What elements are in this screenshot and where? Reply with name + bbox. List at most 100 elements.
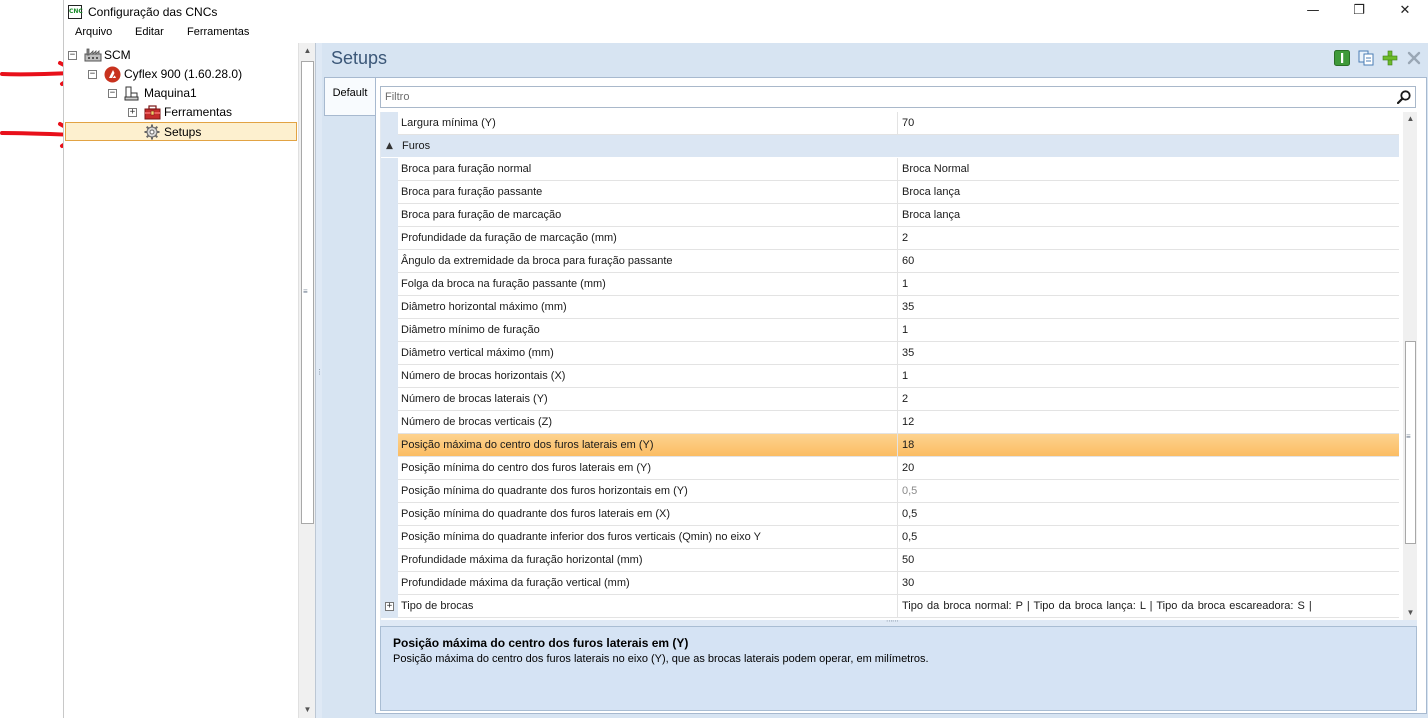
machine-brand-icon [104,66,121,83]
grip-icon: ≡ [1406,432,1411,441]
property-value[interactable]: 0,5 [899,526,1399,549]
property-name: Profundidade máxima da furação horizonta… [399,549,898,572]
row-gutter [381,503,398,526]
grid-row[interactable]: Broca para furação passante Broca lança [381,181,1399,204]
description-text: Posição máxima do centro dos furos later… [393,653,929,665]
filter-box [380,86,1416,108]
menu-ferramentas[interactable]: Ferramentas [187,26,249,38]
grid-row[interactable]: Largura mínima (Y) 70 [381,112,1399,135]
expand-icon[interactable]: + [385,602,394,611]
grid-row[interactable]: Posição mínima do quadrante dos furos la… [381,503,1399,526]
grid-row[interactable]: Número de brocas horizontais (X) 1 [381,365,1399,388]
collapse-category-icon[interactable]: ▲ [386,135,393,157]
grid-row[interactable]: Broca para furação normal Broca Normal [381,158,1399,181]
setup-content: Largura mínima (Y) 70 ▲ Furos Broca para… [375,77,1427,714]
menu-bar: Arquivo Editar Ferramentas [64,24,1428,43]
collapse-icon[interactable]: − [68,51,77,60]
menu-editar[interactable]: Editar [135,26,164,38]
property-name: Posição mínima do quadrante inferior dos… [399,526,898,549]
close-button[interactable]: ✕ [1382,0,1428,22]
property-value[interactable]: Broca lança [899,204,1399,227]
copy-icon[interactable] [1358,50,1374,66]
row-gutter [381,434,398,457]
menu-arquivo[interactable]: Arquivo [75,26,112,38]
property-value[interactable]: 2 [899,388,1399,411]
property-value[interactable]: 0,5 [899,503,1399,526]
property-name: Largura mínima (Y) [399,112,898,135]
grid-row[interactable]: Posição mínima do quadrante dos furos ho… [381,480,1399,503]
property-value[interactable]: 50 [899,549,1399,572]
grid-row[interactable]: Posição mínima do quadrante inferior dos… [381,526,1399,549]
grid-scrollbar[interactable]: ▲ ≡ ▼ [1403,112,1417,620]
minimize-button[interactable]: — [1290,0,1336,22]
grid-row[interactable]: Profundidade máxima da furação vertical … [381,572,1399,595]
scroll-down-arrow-icon[interactable]: ▼ [1403,606,1417,620]
row-gutter [381,158,398,181]
tree-scrollbar[interactable]: ▲ ≡ ▼ [298,43,315,718]
search-icon[interactable] [1397,90,1411,104]
tree-item-setups[interactable]: Setups [65,122,297,141]
property-name: Número de brocas verticais (Z) [399,411,898,434]
property-value[interactable]: Broca Normal [899,158,1399,181]
property-name: Folga da broca na furação passante (mm) [399,273,898,296]
grid-row-tipo-de-brocas[interactable]: + Tipo de brocas Tipo da broca normal: P… [381,595,1399,618]
property-value[interactable]: Broca lança [899,181,1399,204]
row-gutter [381,388,398,411]
tree-item-maquina1[interactable]: − Maquina1 [108,84,288,103]
expand-icon[interactable]: + [128,108,137,117]
grid-row[interactable]: Diâmetro vertical máximo (mm) 35 [381,342,1399,365]
property-value[interactable]: 30 [899,572,1399,595]
property-name: Broca para furação normal [399,158,898,181]
scroll-up-arrow-icon[interactable]: ▲ [299,43,316,59]
description-panel: Posição máxima do centro dos furos later… [380,626,1417,711]
tree-item-ferramentas[interactable]: + Ferramentas [128,103,288,122]
maximize-button[interactable]: ❐ [1336,0,1382,22]
property-value[interactable]: 18 [899,434,1399,457]
grid-row[interactable]: Broca para furação de marcação Broca lanç… [381,204,1399,227]
collapse-icon[interactable]: − [108,89,117,98]
property-name: Posição mínima do quadrante dos furos ho… [399,480,898,503]
property-value[interactable]: 35 [899,296,1399,319]
tree-item-cyflex[interactable]: − Cyflex 900 (1.60.28.0) [88,65,288,84]
tree-item-scm[interactable]: − SCM [68,46,288,65]
scroll-thumb[interactable] [1405,341,1416,544]
grid-row[interactable]: Número de brocas laterais (Y) 2 [381,388,1399,411]
collapse-icon[interactable]: − [88,70,97,79]
property-value[interactable]: 2 [899,227,1399,250]
grid-row[interactable]: Diâmetro horizontal máximo (mm) 35 [381,296,1399,319]
property-name: Posição máxima do centro dos furos later… [399,434,898,457]
grid-row[interactable]: Diâmetro mínimo de furação 1 [381,319,1399,342]
category-row-furos[interactable]: ▲ Furos [381,135,1399,157]
grid-row[interactable]: Número de brocas verticais (Z) 12 [381,411,1399,434]
grid-row[interactable]: Posição mínima do centro dos furos later… [381,457,1399,480]
delete-icon[interactable] [1406,50,1422,66]
grid-row-selected[interactable]: Posição máxima do centro dos furos later… [381,434,1399,457]
page-title: Setups [331,48,388,68]
property-value[interactable]: 20 [899,457,1399,480]
grid-row[interactable]: Profundidade da furação de marcação (mm)… [381,227,1399,250]
property-value[interactable]: 70 [899,112,1399,135]
info-icon[interactable] [1334,50,1350,66]
property-value[interactable]: 1 [899,319,1399,342]
tab-default[interactable]: Default [324,77,375,116]
add-icon[interactable] [1382,50,1398,66]
row-gutter [381,342,398,365]
row-gutter [381,112,398,135]
property-value[interactable]: 1 [899,273,1399,296]
grid-row[interactable]: Folga da broca na furação passante (mm) 1 [381,273,1399,296]
property-name: Broca para furação de marcação [399,204,898,227]
grid-row[interactable]: Ângulo da extremidade da broca para fura… [381,250,1399,273]
property-value[interactable]: 0,5 [899,480,1399,503]
property-value[interactable]: 12 [899,411,1399,434]
row-gutter [381,526,398,549]
scroll-up-arrow-icon[interactable]: ▲ [1403,112,1417,126]
property-value[interactable]: 60 [899,250,1399,273]
scroll-down-arrow-icon[interactable]: ▼ [299,702,316,718]
property-value[interactable]: Tipo da broca normal: P | Tipo da broca … [899,595,1399,618]
grid-row[interactable]: Profundidade máxima da furação horizonta… [381,549,1399,572]
row-gutter: + [381,595,398,618]
property-value[interactable]: 35 [899,342,1399,365]
main-panel: Setups Default Filtro Largura mínima (Y)… [322,43,1428,718]
filter-input[interactable] [381,87,1391,107]
property-value[interactable]: 1 [899,365,1399,388]
